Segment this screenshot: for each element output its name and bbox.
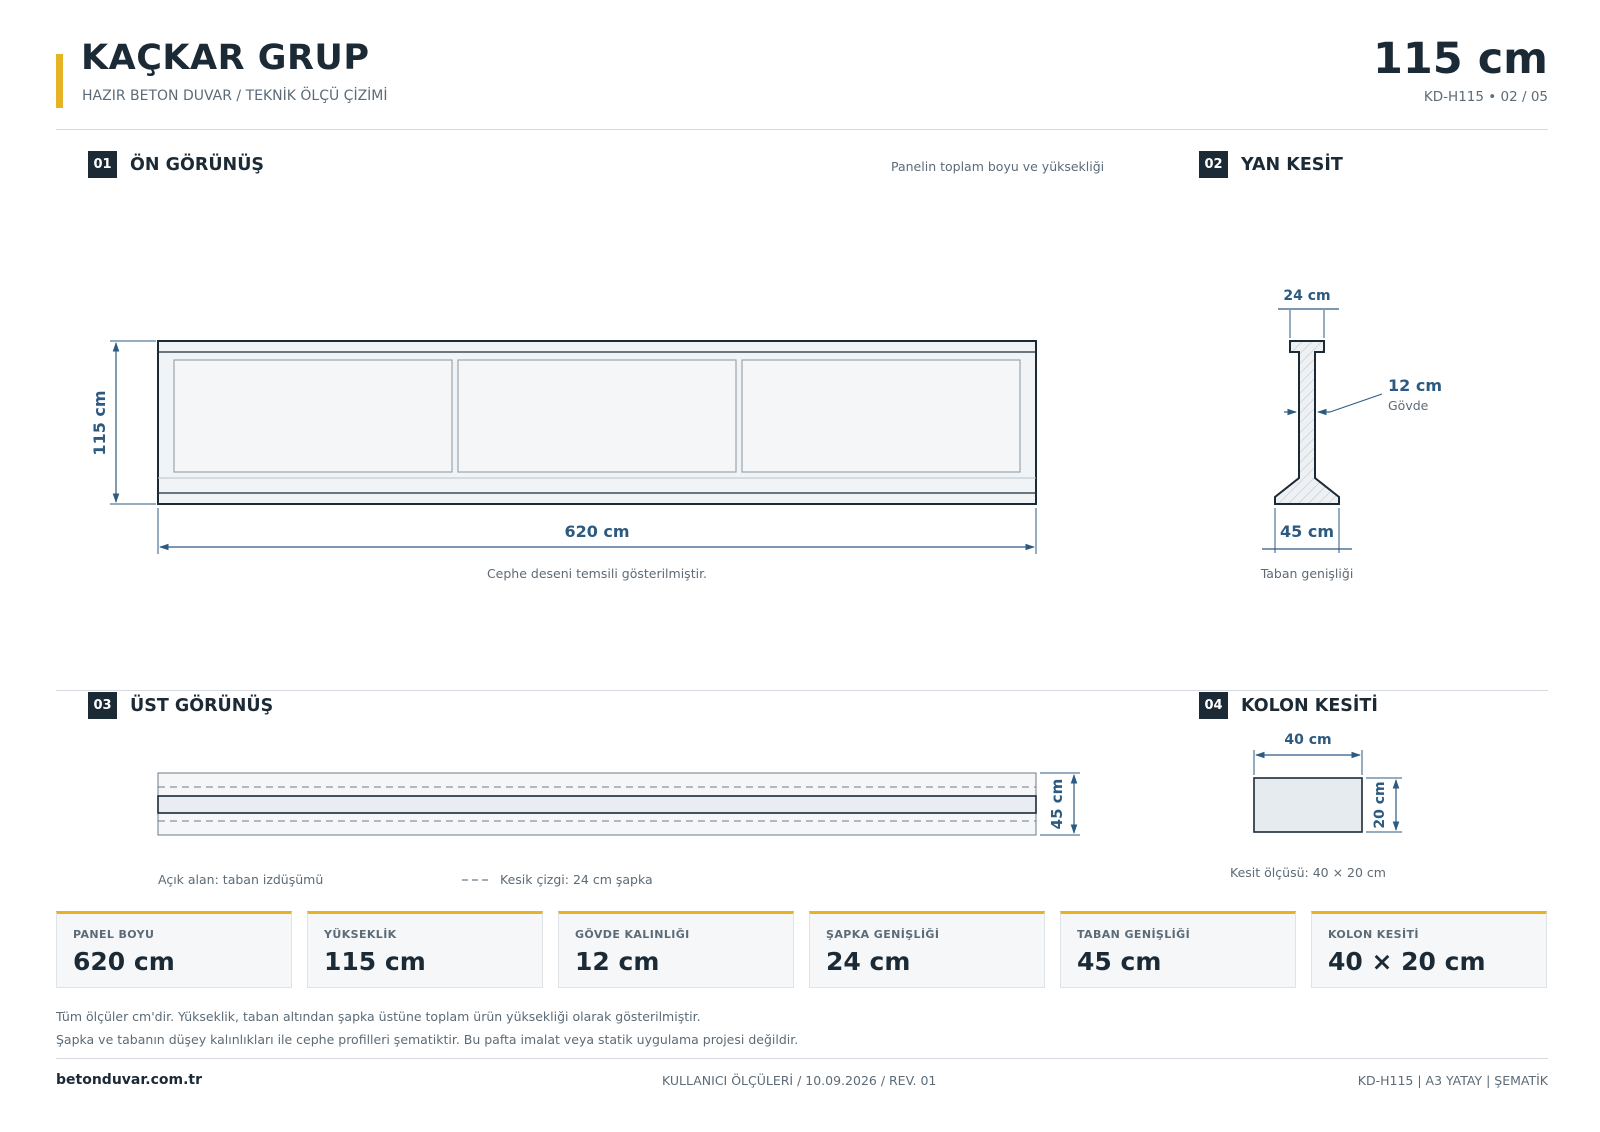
spec-value: 115 cm: [324, 947, 426, 976]
spec-label: ŞAPKA GENİŞLİĞİ: [826, 928, 940, 941]
spec-label: GÖVDE KALINLIĞI: [575, 928, 690, 941]
footer-code: KD-H115 | A3 YATAY | ŞEMATİK: [1357, 1073, 1548, 1088]
side-section-caption: Taban genişliği: [1260, 566, 1354, 581]
section-column-heading: 04 KOLON KESİTİ: [1199, 692, 1378, 719]
body-thickness-label: 12 cm: [1388, 376, 1442, 395]
legend-cut-line: Kesik çizgi: 24 cm şapka: [500, 872, 653, 887]
top-width-label: 45 cm: [1048, 779, 1066, 830]
section-title: KOLON KESİTİ: [1241, 695, 1378, 716]
footer-divider: [56, 1058, 1548, 1059]
note-line: Tüm ölçüler cm'dir. Yükseklik, taban alt…: [56, 1009, 701, 1024]
spec-card-panel-length: PANEL BOYU 620 cm: [56, 911, 292, 988]
leader-line: [1329, 393, 1383, 413]
column-depth-label: 20 cm: [1372, 781, 1388, 828]
column-width-label: 40 cm: [1284, 732, 1331, 748]
spec-value: 24 cm: [826, 947, 911, 976]
front-height-label: 115 cm: [90, 390, 109, 455]
spec-label: TABAN GENİŞLİĞİ: [1077, 928, 1191, 941]
spec-value: 12 cm: [575, 947, 660, 976]
spec-card-cap-width: ŞAPKA GENİŞLİĞİ 24 cm: [809, 911, 1045, 988]
website-link[interactable]: betonduvar.com.tr: [56, 1072, 202, 1088]
front-view-drawing: 115 cm 620 cm Cephe deseni temsili göste…: [90, 340, 1037, 581]
section-top-heading: 03 ÜST GÖRÜNÜŞ: [88, 692, 273, 719]
spec-card-body-thickness: GÖVDE KALINLIĞI 12 cm: [558, 911, 794, 988]
spec-value: 620 cm: [73, 947, 175, 976]
body-label: Gövde: [1388, 398, 1429, 413]
column-section-caption: Kesit ölçüsü: 40 × 20 cm: [1230, 865, 1386, 880]
top-view-drawing: 45 cm Açık alan: taban izdüşümü Kesik çi…: [157, 772, 1080, 887]
spec-value: 45 cm: [1077, 947, 1162, 976]
wall-profile: [1274, 340, 1340, 505]
base-width-label: 45 cm: [1280, 522, 1334, 541]
note-line: Şapka ve tabanın düşey kalınlıkları ile …: [56, 1032, 799, 1047]
column-section-drawing: 40 cm 20 cm Kesit ölçüsü: 40 × 20 cm: [1230, 732, 1402, 880]
side-section-drawing: 24 cm 12 cm Gövde 45 cm Taban genişliği: [1260, 288, 1442, 581]
spec-label: KOLON KESİTİ: [1328, 928, 1419, 941]
section-title: ÜST GÖRÜNÜŞ: [130, 695, 274, 716]
spec-label: PANEL BOYU: [73, 928, 155, 941]
column-outline: [1253, 777, 1363, 833]
section-number: 04: [1199, 692, 1228, 719]
section-divider: [56, 690, 1548, 691]
spec-card-column-section: KOLON KESİTİ 40 × 20 cm: [1311, 911, 1547, 988]
spec-label: YÜKSEKLİK: [324, 928, 397, 941]
facade-pattern-panel: [457, 359, 737, 473]
footer-meta: KULLANICI ÖLÇÜLERİ / 10.09.2026 / REV. 0…: [662, 1073, 937, 1088]
spec-card-base-width: TABAN GENİŞLİĞİ 45 cm: [1060, 911, 1296, 988]
facade-pattern-panel: [173, 359, 453, 473]
legend-open-area: Açık alan: taban izdüşümü: [158, 872, 323, 887]
section-number: 03: [88, 692, 117, 719]
spec-value: 40 × 20 cm: [1328, 947, 1486, 976]
cap-width-label: 24 cm: [1283, 288, 1330, 304]
facade-pattern-panel: [741, 359, 1021, 473]
body-top-view: [157, 795, 1037, 814]
front-length-label: 620 cm: [564, 522, 629, 541]
front-view-caption: Cephe deseni temsili gösterilmiştir.: [487, 566, 707, 581]
spec-card-height: YÜKSEKLİK 115 cm: [307, 911, 543, 988]
